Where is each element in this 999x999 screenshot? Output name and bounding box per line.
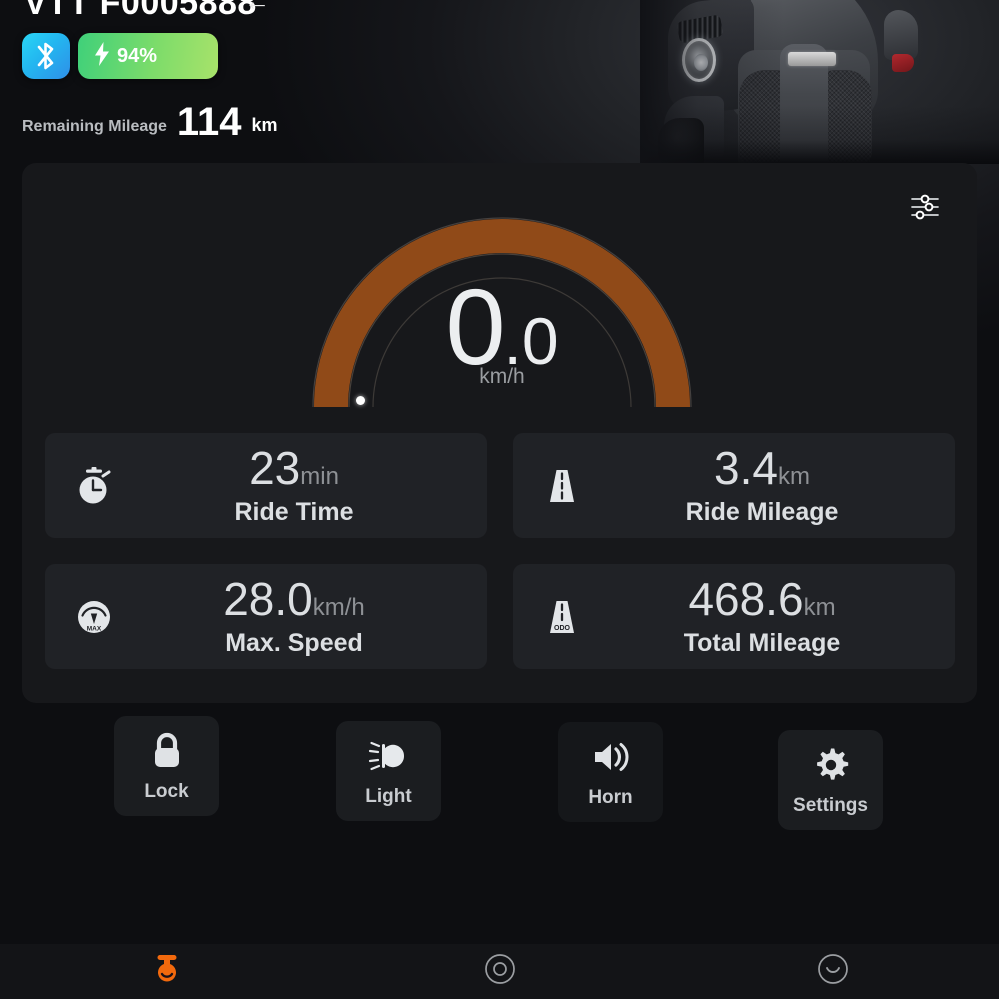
action-label: Light: [365, 785, 412, 807]
settings-button[interactable]: Settings: [778, 730, 883, 830]
scooter-icon: [154, 952, 180, 991]
vehicle-vin-title: VTT F0005888: [24, 0, 257, 22]
stat-unit: min: [300, 462, 339, 490]
stat-value: 468.6: [688, 572, 804, 625]
battery-percent-label: 94%: [117, 44, 158, 67]
bluetooth-icon[interactable]: [22, 33, 70, 79]
stat-label: Max. Speed: [225, 628, 363, 657]
nav-item-vehicle[interactable]: [0, 944, 333, 999]
lock-icon: [150, 730, 184, 772]
stat-label: Ride Time: [234, 497, 354, 526]
gauge-needle-dot: [356, 396, 365, 405]
remaining-mileage-unit: km: [251, 115, 278, 135]
stat-card-max-speed: MAX 28.0km/h Max. Speed: [45, 564, 487, 669]
road-icon: [539, 463, 585, 509]
lock-button[interactable]: Lock: [114, 716, 219, 816]
smiley-face-icon: [816, 952, 850, 991]
remaining-mileage-value: 114: [176, 100, 242, 144]
scooter-hero-image: [640, 0, 999, 164]
headlight-icon: [368, 735, 410, 777]
horn-button[interactable]: Horn: [558, 722, 663, 822]
stat-card-ride-time: 23min Ride Time: [45, 433, 487, 538]
svg-text:ODO: ODO: [554, 625, 571, 632]
stat-card-grid: 23min Ride Time 3.4km Ride Mileage MAX 2…: [45, 433, 955, 669]
status-badge-row: 94%: [22, 33, 218, 79]
quick-action-row: Lock Light Horn Settings: [0, 716, 999, 830]
gear-icon: [813, 744, 849, 786]
dashboard-card: 0.0 km/h 23min Ride Time 3.4km Ride Mile…: [22, 163, 977, 703]
stat-value: 28.0: [223, 572, 313, 625]
nav-item-profile[interactable]: [666, 944, 999, 999]
gauge-speed-unit: km/h: [479, 365, 525, 388]
action-label: Lock: [144, 780, 189, 802]
action-label: Horn: [588, 786, 633, 808]
stat-label: Ride Mileage: [685, 497, 839, 526]
svg-text:MAX: MAX: [87, 625, 102, 632]
stat-label: Total Mileage: [683, 628, 841, 657]
stat-unit: km: [777, 462, 810, 490]
stopwatch-icon: [71, 463, 117, 509]
stat-unit: km/h: [312, 593, 365, 621]
remaining-mileage-label: Remaining Mileage: [22, 118, 167, 135]
remaining-mileage-block: Remaining Mileage 114 km: [22, 100, 278, 144]
speed-gauge: 0.0 km/h: [267, 173, 737, 423]
lightning-bolt-icon: [94, 41, 110, 71]
circle-target-icon: [483, 952, 517, 991]
bottom-navigation-bar: [0, 944, 999, 999]
back-arrow-icon[interactable]: ←: [244, 0, 270, 14]
odometer-road-icon: ODO: [539, 594, 585, 640]
scooter-dashboard-screen: VTT F0005888 ← 94% Remaining Mileage 114…: [0, 0, 999, 999]
sliders-icon[interactable]: [903, 185, 947, 229]
stat-unit: km: [803, 593, 836, 621]
max-speed-gauge-icon: MAX: [71, 594, 117, 640]
stat-value: 23: [249, 441, 301, 494]
battery-status-badge: 94%: [78, 33, 218, 79]
stat-card-ride-mileage: 3.4km Ride Mileage: [513, 433, 955, 538]
light-button[interactable]: Light: [336, 721, 441, 821]
nav-item-circle[interactable]: [333, 944, 666, 999]
speaker-icon: [591, 736, 631, 778]
stat-value: 3.4: [714, 441, 778, 494]
action-label: Settings: [793, 794, 868, 816]
stat-card-total-mileage: ODO 468.6km Total Mileage: [513, 564, 955, 669]
